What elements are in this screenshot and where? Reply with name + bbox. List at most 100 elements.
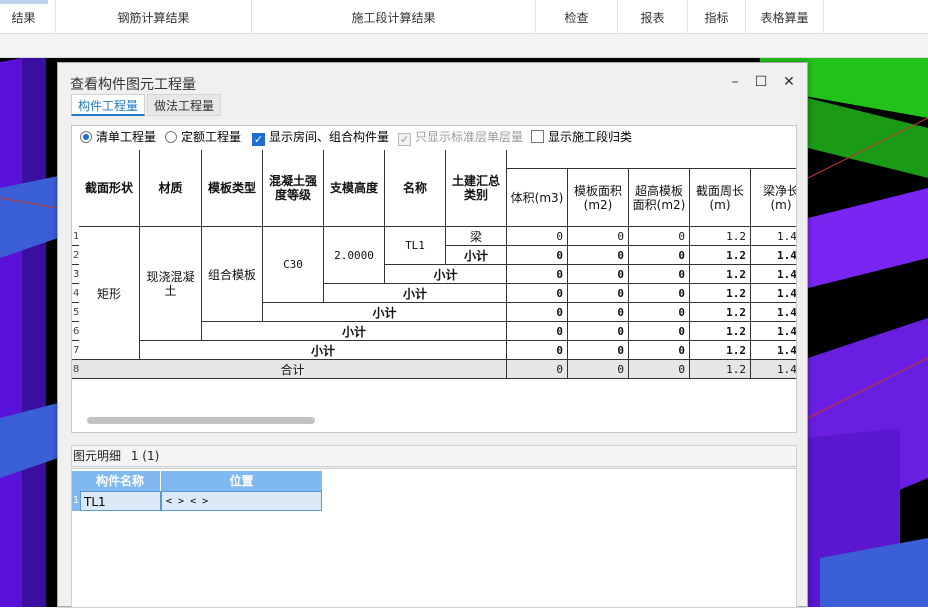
cell-beam-length[interactable]: 1.4 [751,303,796,322]
cell-beam-length[interactable]: 1.4 [751,246,796,265]
ribbon-tab-rebar-results[interactable]: 钢筋计算结果 [56,0,252,34]
row-number[interactable]: 7 [72,341,79,360]
cell-formwork-area[interactable]: 0 [568,360,629,379]
dialog-title: 查看构件图元工程量 [70,77,196,93]
cell-beam-length[interactable]: 1.4 [751,227,796,246]
row-number[interactable]: 3 [72,265,79,284]
row-number[interactable]: 6 [72,322,79,341]
cell-super-formwork-area[interactable]: 0 [629,341,690,360]
quantity-dialog: 查看构件图元工程量 – ☐ ✕ 构件工程量 做法工程量 清单工程量 定额工程量 … [57,62,808,608]
cell-perimeter[interactable]: 1.2 [690,284,751,303]
cell-formwork-height[interactable]: 2.0000 [324,227,385,284]
ribbon-tab-table-quantity[interactable]: 表格算量 [746,0,824,34]
cell-material[interactable]: 现浇混凝土 [140,227,202,341]
cell-subtotal[interactable]: 小计 [263,303,507,322]
quantity-panel: 清单工程量 定额工程量 ✓ 显示房间、组合构件量 ✓ 只显示标准层单层量 显示施工段… [71,125,797,433]
header-formwork-type[interactable]: 模板类型 [202,150,263,227]
cell-perimeter[interactable]: 1.2 [690,227,751,246]
cell-volume[interactable]: 0 [507,341,568,360]
cell-subtotal[interactable]: 小计 [385,265,507,284]
cell-formwork-area[interactable]: 0 [568,227,629,246]
cell-super-formwork-area[interactable]: 0 [629,227,690,246]
cell-category[interactable]: 梁 [446,227,507,246]
header-concrete-grade[interactable]: 混凝土强度等级 [263,150,324,227]
ribbon-tab-indicator[interactable]: 指标 [688,0,746,34]
ribbon-tab-report[interactable]: 报表 [618,0,688,34]
detail-cell-name[interactable]: TL1 [80,491,161,511]
detail-cell-position[interactable]: < > < > [161,491,322,511]
cell-subtotal[interactable]: 小计 [202,322,507,341]
ribbon-bar: 结果 钢筋计算结果 施工段计算结果 检查 报表 指标 表格算量 [0,0,928,34]
cell-super-formwork-area[interactable]: 0 [629,265,690,284]
cell-subtotal[interactable]: 小计 [140,341,507,360]
cell-super-formwork-area[interactable]: 0 [629,284,690,303]
row-number[interactable]: 8 [72,360,79,379]
horizontal-scrollbar[interactable] [87,417,315,424]
cell-volume[interactable]: 0 [507,227,568,246]
minimize-icon[interactable]: – [726,73,744,91]
cell-volume[interactable]: 0 [507,322,568,341]
detail-header-name[interactable]: 构件名称 [80,471,161,491]
cell-super-formwork-area[interactable]: 0 [629,322,690,341]
cell-subtotal[interactable]: 小计 [446,246,507,265]
ribbon-tab-section-results[interactable]: 施工段计算结果 [252,0,536,34]
cell-formwork-area[interactable]: 0 [568,322,629,341]
cell-perimeter[interactable]: 1.2 [690,322,751,341]
cell-subtotal[interactable]: 小计 [324,284,507,303]
ribbon-tab-check[interactable]: 检查 [536,0,618,34]
header-beam-length[interactable]: 梁净长(m) [751,169,796,227]
header-group-band [507,150,796,169]
cell-perimeter[interactable]: 1.2 [690,303,751,322]
cell-total-label[interactable]: 合计 [79,360,507,379]
cell-perimeter[interactable]: 1.2 [690,341,751,360]
tab-method-quantity[interactable]: 做法工程量 [147,94,222,116]
cell-volume[interactable]: 0 [507,246,568,265]
cell-formwork-area[interactable]: 0 [568,284,629,303]
header-section-shape[interactable]: 截面形状 [79,150,140,227]
header-formwork-height[interactable]: 支模高度 [324,150,385,227]
detail-label: 图元明细 [73,449,122,463]
cell-super-formwork-area[interactable]: 0 [629,360,690,379]
cell-volume[interactable]: 0 [507,360,568,379]
cell-formwork-type[interactable]: 组合模板 [202,227,263,322]
cell-concrete-grade[interactable]: C30 [263,227,324,303]
header-section-perimeter[interactable]: 截面周长(m) [690,169,751,227]
cell-name[interactable]: TL1 [385,227,446,265]
cell-formwork-area[interactable]: 0 [568,303,629,322]
header-volume[interactable]: 体积(m3) [507,169,568,227]
header-formwork-area[interactable]: 模板面积(m2) [568,169,629,227]
header-name[interactable]: 名称 [385,150,446,227]
toolbar-strip [0,34,928,58]
cell-perimeter[interactable]: 1.2 [690,265,751,284]
cell-perimeter[interactable]: 1.2 [690,360,751,379]
header-category[interactable]: 土建汇总类别 [446,150,507,227]
header-material[interactable]: 材质 [140,150,202,227]
detail-row-number[interactable]: 1 [72,491,80,511]
cell-beam-length[interactable]: 1.4 [751,284,796,303]
cell-beam-length[interactable]: 1.4 [751,322,796,341]
row-number[interactable]: 4 [72,284,79,303]
maximize-icon[interactable]: ☐ [752,73,770,91]
close-icon[interactable]: ✕ [780,73,798,91]
detail-corner [72,471,80,491]
cell-formwork-area[interactable]: 0 [568,246,629,265]
header-super-formwork-area[interactable]: 超高模板面积(m2) [629,169,690,227]
row-number[interactable]: 2 [72,246,79,265]
cell-volume[interactable]: 0 [507,284,568,303]
detail-header-position[interactable]: 位置 [161,471,322,491]
row-number[interactable]: 5 [72,303,79,322]
cell-super-formwork-area[interactable]: 0 [629,246,690,265]
cell-volume[interactable]: 0 [507,303,568,322]
tab-component-quantity[interactable]: 构件工程量 [71,94,146,116]
cell-formwork-area[interactable]: 0 [568,265,629,284]
cell-formwork-area[interactable]: 0 [568,341,629,360]
cell-perimeter[interactable]: 1.2 [690,246,751,265]
cell-beam-length[interactable]: 1.4 [751,341,796,360]
ribbon-tab-results[interactable]: 结果 [0,0,56,34]
cell-super-formwork-area[interactable]: 0 [629,303,690,322]
cell-beam-length[interactable]: 1.4 [751,360,796,379]
cell-beam-length[interactable]: 1.4 [751,265,796,284]
cell-section-shape[interactable]: 矩形 [79,227,140,360]
row-number[interactable]: 1 [72,227,79,246]
cell-volume[interactable]: 0 [507,265,568,284]
